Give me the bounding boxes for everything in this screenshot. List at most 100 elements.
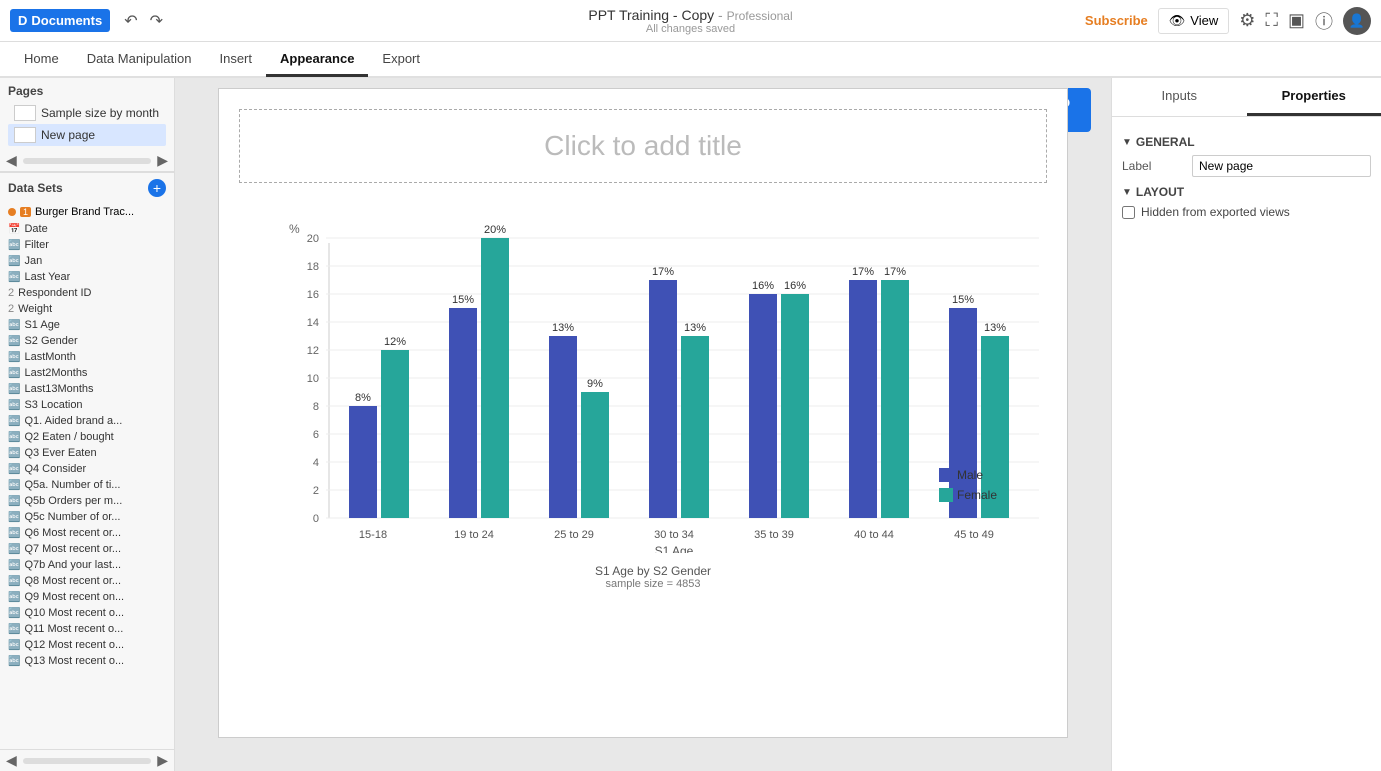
list-item[interactable]: 🔤 Q13 Most recent o... — [0, 653, 174, 669]
svg-text:S1 Age: S1 Age — [655, 544, 694, 553]
text-icon: 🔤 — [8, 512, 20, 523]
hidden-exports-row: Hidden from exported views — [1122, 205, 1371, 219]
list-item[interactable]: 🔤 Last2Months — [0, 365, 174, 381]
page-label-1: Sample size by month — [41, 106, 159, 120]
list-item[interactable]: 🔤 Q2 Eaten / bought — [0, 429, 174, 445]
list-item[interactable]: 🔤 Filter — [0, 237, 174, 253]
subscribe-button[interactable]: Subscribe — [1085, 13, 1148, 28]
list-item[interactable]: 🔤 Q4 Consider — [0, 461, 174, 477]
node-q7: Q7 Most recent or... — [24, 543, 121, 555]
node-q13: Q13 Most recent o... — [24, 655, 124, 667]
svg-text:13%: 13% — [552, 322, 574, 334]
list-item[interactable]: 🔤 LastMonth — [0, 349, 174, 365]
node-date: Date — [24, 223, 47, 235]
list-item[interactable]: 🔤 Q5b Orders per m... — [0, 493, 174, 509]
redo-button[interactable]: ↷ — [146, 9, 167, 33]
svg-text:%: % — [289, 222, 300, 236]
avatar[interactable]: 👤 — [1343, 7, 1371, 35]
logo-button[interactable]: D Documents — [10, 9, 110, 32]
chart-svg: % 0 2 4 6 — [279, 213, 1059, 553]
undo-button[interactable]: ↶ — [120, 9, 141, 33]
list-item[interactable]: 🔤 S3 Location — [0, 397, 174, 413]
tab-home[interactable]: Home — [10, 43, 73, 77]
list-item[interactable]: 🔤 Q6 Most recent or... — [0, 525, 174, 541]
svg-text:0: 0 — [313, 513, 319, 525]
node-q12: Q12 Most recent o... — [24, 639, 124, 651]
tab-appearance[interactable]: Appearance — [266, 43, 368, 77]
chart-sample-size: sample size = 4853 — [279, 578, 1027, 590]
general-arrow-icon: ▼ — [1122, 137, 1132, 148]
add-dataset-button[interactable]: + — [148, 179, 166, 197]
svg-text:Male: Male — [957, 468, 983, 482]
list-item[interactable]: 🔤 S2 Gender — [0, 333, 174, 349]
list-item[interactable]: 🔤 Q10 Most recent o... — [0, 605, 174, 621]
text-icon: 🔤 — [8, 560, 20, 571]
svg-text:35 to 39: 35 to 39 — [754, 529, 794, 541]
list-item[interactable]: 🔤 Last Year — [0, 269, 174, 285]
list-item[interactable]: 🔤 Q12 Most recent o... — [0, 637, 174, 653]
root-name: Burger Brand Trac... — [35, 206, 134, 218]
node-last13months: Last13Months — [24, 383, 93, 395]
text-icon: 🔤 — [8, 368, 20, 379]
list-item[interactable]: 🔤 Q5a. Number of ti... — [0, 477, 174, 493]
datasets-header: Data Sets + — [0, 172, 174, 201]
list-item[interactable]: 🔤 Q8 Most recent or... — [0, 573, 174, 589]
tab-insert[interactable]: Insert — [205, 43, 266, 77]
help-icon[interactable]: ⓘ — [1315, 8, 1333, 34]
text-icon: 🔤 — [8, 592, 20, 603]
list-item[interactable]: 🔤 Q11 Most recent o... — [0, 621, 174, 637]
list-item[interactable]: 🔤 Q9 Most recent on... — [0, 589, 174, 605]
list-item[interactable]: 🔤 Q5c Number of or... — [0, 509, 174, 525]
node-q3: Q3 Ever Eaten — [24, 447, 96, 459]
node-respondent: Respondent ID — [18, 287, 91, 299]
tab-inputs[interactable]: Inputs — [1112, 78, 1247, 116]
list-item[interactable]: 📅 Date — [0, 221, 174, 237]
svg-text:8: 8 — [313, 401, 319, 413]
list-item[interactable]: 🔤 Q7 Most recent or... — [0, 541, 174, 557]
node-q8: Q8 Most recent or... — [24, 575, 121, 587]
list-item[interactable]: 🔤 Q3 Ever Eaten — [0, 445, 174, 461]
dataset-root[interactable]: 1 Burger Brand Trac... — [0, 203, 174, 221]
tab-data-manipulation[interactable]: Data Manipulation — [73, 43, 206, 77]
pages-section: Pages Sample size by month New page — [0, 78, 174, 150]
view-button[interactable]: 👁 View — [1158, 8, 1229, 34]
left-sidebar: Pages Sample size by month New page ◀ ▶ … — [0, 78, 175, 771]
node-filter: Filter — [24, 239, 48, 251]
settings-icon[interactable]: ⚙ — [1239, 10, 1255, 31]
ds-scroll-left-button[interactable]: ◀ — [4, 752, 19, 769]
text-icon: 🔤 — [8, 528, 20, 539]
list-item[interactable]: 🔤 S1 Age — [0, 317, 174, 333]
svg-text:6: 6 — [313, 429, 319, 441]
page-item-1[interactable]: Sample size by month — [8, 102, 166, 124]
label-input[interactable] — [1192, 155, 1371, 177]
node-jan: Jan — [24, 255, 42, 267]
tab-properties[interactable]: Properties — [1247, 78, 1381, 116]
fullscreen-icon[interactable]: ⛶ — [1265, 10, 1278, 31]
list-item[interactable]: 🔤 Q1. Aided brand a... — [0, 413, 174, 429]
root-dot-icon — [8, 208, 16, 216]
page-item-2[interactable]: New page — [8, 124, 166, 146]
datasets-title: Data Sets — [8, 181, 63, 195]
node-q4: Q4 Consider — [24, 463, 86, 475]
list-item[interactable]: 🔤 Q7b And your last... — [0, 557, 174, 573]
list-item[interactable]: 2 Respondent ID — [0, 285, 174, 301]
legend-male-icon — [939, 468, 953, 482]
list-item[interactable]: 🔤 Last13Months — [0, 381, 174, 397]
layout-icon[interactable]: ▣ — [1288, 10, 1305, 31]
hidden-exports-checkbox[interactable] — [1122, 206, 1135, 219]
title-placeholder[interactable]: Click to add title — [239, 109, 1047, 183]
text-icon: 🔤 — [8, 624, 20, 635]
node-q5b: Q5b Orders per m... — [24, 495, 122, 507]
scroll-left-button[interactable]: ◀ — [4, 152, 19, 169]
doc-name: PPT Training - Copy — [588, 7, 714, 23]
list-item[interactable]: 🔤 Jan — [0, 253, 174, 269]
bar — [649, 280, 677, 518]
ds-scroll-right-button[interactable]: ▶ — [155, 752, 170, 769]
tab-export[interactable]: Export — [368, 43, 434, 77]
svg-text:4: 4 — [313, 457, 319, 469]
text-icon: 🔤 — [8, 656, 20, 667]
svg-text:16: 16 — [307, 289, 319, 301]
scroll-right-button[interactable]: ▶ — [155, 152, 170, 169]
dataset-tree: 1 Burger Brand Trac... 📅 Date 🔤 Filter 🔤… — [0, 201, 174, 749]
list-item[interactable]: 2 Weight — [0, 301, 174, 317]
